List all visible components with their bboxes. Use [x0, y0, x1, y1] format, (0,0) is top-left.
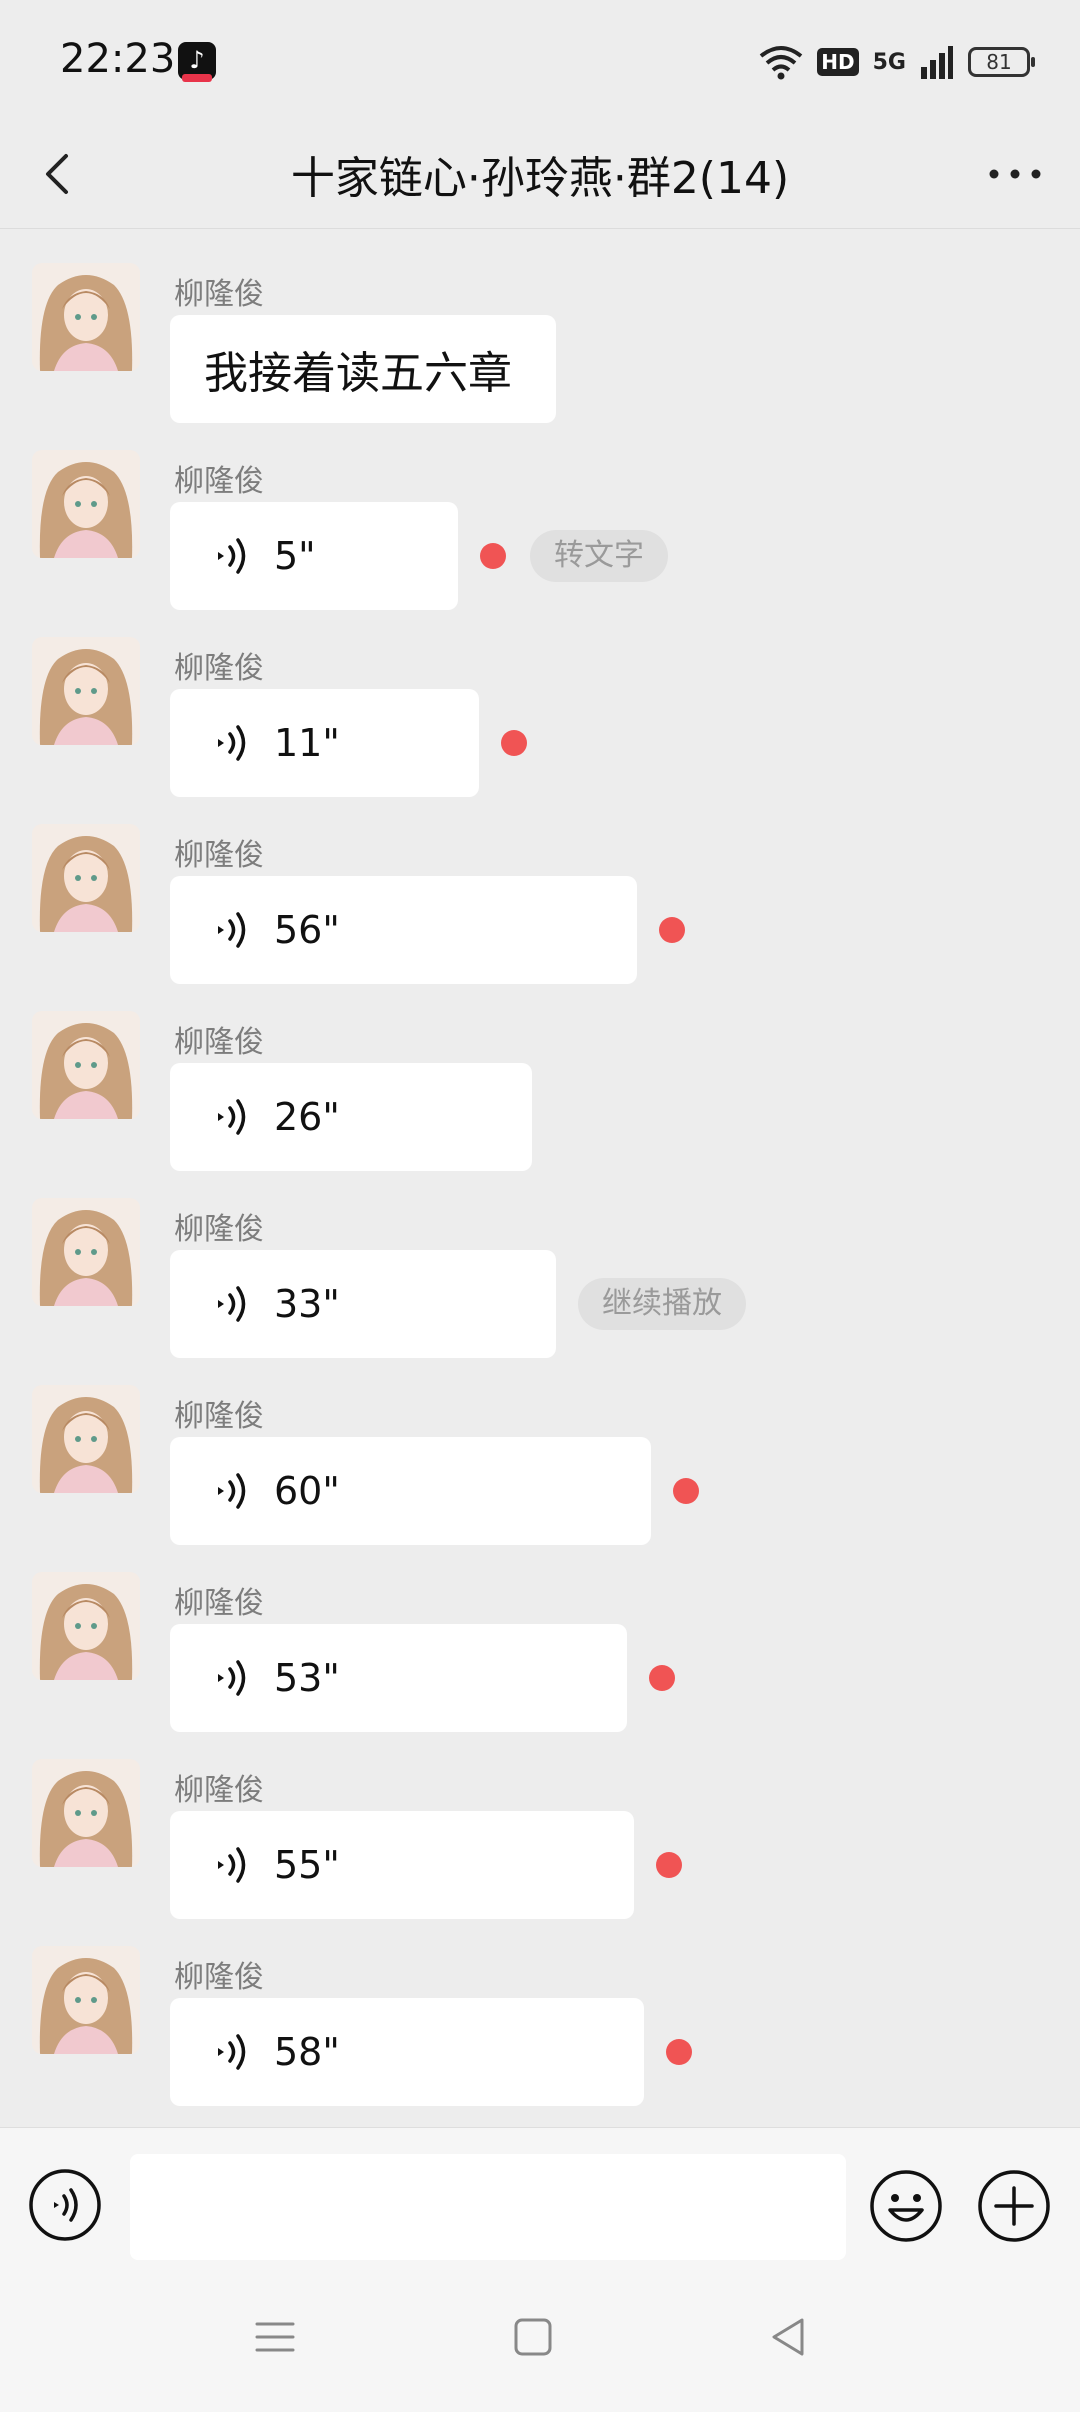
voice-message-bubble[interactable]: 60"	[170, 1437, 651, 1545]
voice-message-bubble[interactable]: 26"	[170, 1063, 532, 1171]
voice-duration: 55"	[274, 1843, 340, 1887]
battery-indicator: 81	[968, 47, 1035, 77]
unread-dot	[673, 1478, 699, 1504]
sender-name: 柳隆俊	[174, 1773, 264, 1808]
sender-name: 柳隆俊	[174, 1212, 264, 1247]
voice-input-icon[interactable]	[28, 2168, 102, 2242]
message-row: 柳隆俊 33" 继续播放	[0, 1164, 1080, 1358]
back-triangle-icon[interactable]	[764, 2312, 814, 2362]
message-row: 柳隆俊 11"	[0, 603, 1080, 797]
hd-badge: HD	[817, 48, 859, 76]
voice-message-bubble[interactable]: 5"	[170, 502, 458, 610]
sender-name: 柳隆俊	[174, 1399, 264, 1434]
avatar[interactable]	[32, 450, 140, 558]
avatar[interactable]	[32, 1385, 140, 1493]
voice-wave-icon	[214, 907, 254, 953]
voice-message-bubble[interactable]: 55"	[170, 1811, 634, 1919]
voice-wave-icon	[214, 1655, 254, 1701]
signal-icon	[921, 46, 953, 79]
input-bar	[0, 2127, 1080, 2283]
message-input[interactable]	[130, 2154, 846, 2260]
system-navigation-bar	[0, 2282, 1080, 2412]
avatar[interactable]	[32, 637, 140, 745]
voice-duration: 53"	[274, 1656, 340, 1700]
voice-duration: 56"	[274, 908, 340, 952]
voice-duration: 26"	[274, 1095, 340, 1139]
menu-icon[interactable]	[250, 2312, 300, 2362]
unread-dot	[480, 543, 506, 569]
avatar[interactable]	[32, 1011, 140, 1119]
voice-duration: 58"	[274, 2030, 340, 2074]
continue-playing-button[interactable]: 继续播放	[578, 1278, 746, 1330]
status-bar: 22:23 ♪ HD 5G 81	[0, 0, 1080, 120]
plus-circle-icon[interactable]	[976, 2168, 1052, 2244]
avatar[interactable]	[32, 1946, 140, 2054]
message-row: 柳隆俊 5" 转文字	[0, 416, 1080, 610]
sender-name: 柳隆俊	[174, 464, 264, 499]
unread-dot	[501, 730, 527, 756]
avatar[interactable]	[32, 1198, 140, 1306]
unread-dot	[649, 1665, 675, 1691]
voice-wave-icon	[214, 1094, 254, 1140]
voice-message-bubble[interactable]: 58"	[170, 1998, 644, 2106]
unread-dot	[666, 2039, 692, 2065]
message-row: 柳隆俊 53"	[0, 1538, 1080, 1732]
chat-title: 十家链心·孙玲燕·群2(14)	[290, 153, 790, 204]
sender-name: 柳隆俊	[174, 277, 264, 312]
more-horizontal-icon[interactable]	[980, 144, 1050, 204]
message-row: 柳隆俊 56"	[0, 790, 1080, 984]
voice-duration: 5"	[274, 534, 316, 578]
voice-wave-icon	[214, 1281, 254, 1327]
chevron-left-icon[interactable]	[30, 144, 90, 204]
home-square-icon[interactable]	[508, 2312, 558, 2362]
voice-duration: 60"	[274, 1469, 340, 1513]
voice-message-bubble[interactable]: 33"	[170, 1250, 556, 1358]
voice-duration: 33"	[274, 1282, 340, 1326]
avatar[interactable]	[32, 1572, 140, 1680]
message-row: 柳隆俊 60"	[0, 1351, 1080, 1545]
network-type: 5G	[872, 49, 906, 75]
message-row: 柳隆俊 26"	[0, 977, 1080, 1171]
voice-wave-icon	[214, 1842, 254, 1888]
avatar[interactable]	[32, 1759, 140, 1867]
voice-wave-icon	[214, 2029, 254, 2075]
emoji-icon[interactable]	[868, 2168, 944, 2244]
unread-dot	[659, 917, 685, 943]
avatar[interactable]	[32, 263, 140, 371]
status-indicators: HD 5G 81	[759, 40, 1035, 84]
voice-duration: 11"	[274, 721, 340, 765]
text-message-bubble[interactable]: 我接着读五六章	[170, 315, 556, 423]
message-row: 柳隆俊我接着读五六章	[0, 229, 1080, 423]
voice-message-bubble[interactable]: 11"	[170, 689, 479, 797]
message-row: 柳隆俊 58"	[0, 1912, 1080, 2106]
sender-name: 柳隆俊	[174, 1960, 264, 1995]
douyin-icon: ♪	[178, 42, 216, 82]
message-row: 柳隆俊 55"	[0, 1725, 1080, 1919]
message-list[interactable]: 柳隆俊 我接着读五六章 柳隆俊 5" 转文字 柳隆俊 11" 柳隆俊 56" 柳隆俊 26" 柳隆俊 3…	[0, 229, 1080, 2127]
convert-to-text-button[interactable]: 转文字	[530, 530, 668, 582]
voice-wave-icon	[214, 533, 254, 579]
voice-wave-icon	[214, 720, 254, 766]
sender-name: 柳隆俊	[174, 1025, 264, 1060]
voice-wave-icon	[214, 1468, 254, 1514]
unread-dot	[656, 1852, 682, 1878]
voice-message-bubble[interactable]: 53"	[170, 1624, 627, 1732]
sender-name: 柳隆俊	[174, 651, 264, 686]
voice-message-bubble[interactable]: 56"	[170, 876, 637, 984]
status-time: 22:23	[60, 36, 176, 82]
avatar[interactable]	[32, 824, 140, 932]
chat-header: 十家链心·孙玲燕·群2(14)	[0, 120, 1080, 229]
sender-name: 柳隆俊	[174, 1586, 264, 1621]
wifi-icon	[760, 46, 803, 80]
sender-name: 柳隆俊	[174, 838, 264, 873]
message-text: 我接着读五六章	[204, 348, 512, 399]
